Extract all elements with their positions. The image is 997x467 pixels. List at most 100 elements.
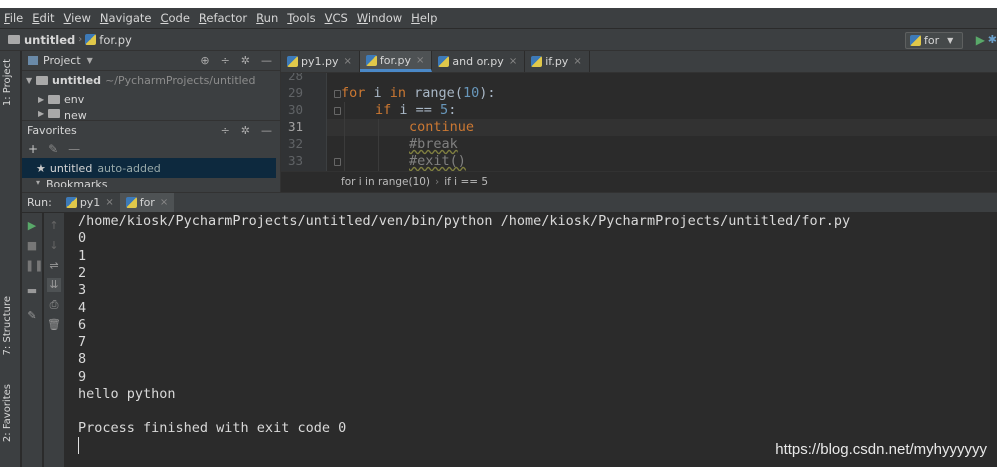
fold-marker-icon[interactable]: [334, 107, 341, 115]
line-number: 28: [287, 73, 303, 83]
pause-icon[interactable]: ❚❚: [25, 259, 43, 273]
menu-tools[interactable]: Tools: [287, 11, 315, 25]
tree-root-path: ~/PycharmProjects/untitled: [105, 74, 256, 87]
run-config-select[interactable]: for ▼: [905, 32, 963, 49]
menu-run[interactable]: Run: [256, 11, 278, 25]
menu-bar: File Edit View Navigate Code Refactor Ru…: [0, 8, 997, 28]
project-title[interactable]: Project: [43, 54, 81, 67]
collapse-icon[interactable]: ÷: [221, 124, 230, 137]
bookmarks-row[interactable]: ▾ Bookmarks: [22, 178, 280, 187]
breadcrumb-item[interactable]: if i == 5: [444, 176, 488, 188]
run-toolbar-primary: ▶ ■ ❚❚ ▬ ✎: [22, 213, 43, 467]
run-toolbar-secondary: ↑ ↓ ⇌ ⇊ ⎙ 🗑: [44, 213, 64, 467]
tree-row-new[interactable]: ▶ new: [22, 109, 280, 120]
code-line-33: #exit(): [409, 153, 466, 170]
trash-icon[interactable]: 🗑: [47, 318, 61, 332]
close-icon[interactable]: ×: [509, 56, 517, 67]
target-icon[interactable]: ⊕: [200, 54, 209, 67]
watermark: https://blog.csdn.net/myhyyyyyy: [775, 441, 987, 458]
run-icon[interactable]: ▶: [976, 33, 985, 47]
tab-favorites[interactable]: 2: Favorites: [2, 384, 13, 442]
menu-help[interactable]: Help: [411, 11, 437, 25]
fold-marker-icon[interactable]: [334, 158, 341, 166]
star-icon: ★: [36, 161, 46, 175]
menu-view[interactable]: View: [64, 11, 91, 25]
arrow-down-icon[interactable]: ↓: [47, 239, 61, 253]
chevron-down-icon[interactable]: ▾: [36, 178, 46, 187]
python-file-icon: [85, 34, 97, 45]
menu-edit[interactable]: Edit: [32, 11, 54, 25]
python-file-icon: [365, 54, 377, 66]
line-number: 30: [287, 102, 303, 117]
console-line: /home/kiosk/PycharmProjects/untitled/ven…: [78, 213, 851, 229]
chevron-down-icon[interactable]: ▼: [87, 56, 93, 65]
close-icon[interactable]: ×: [573, 56, 581, 67]
pin-icon[interactable]: ✎: [25, 309, 39, 323]
tab-project[interactable]: 1: Project: [2, 59, 13, 106]
menu-window[interactable]: Window: [357, 11, 402, 25]
scroll-to-end-icon[interactable]: ⇊: [47, 278, 61, 292]
debug-icon[interactable]: ✱: [988, 33, 997, 46]
console-line: 9: [78, 369, 87, 385]
menu-refactor[interactable]: Refactor: [199, 11, 247, 25]
tree-row-root[interactable]: ▼ untitled ~/PycharmProjects/untitled: [22, 71, 280, 90]
rerun-icon[interactable]: ▶: [25, 219, 39, 233]
code-line-30: if i == 5:: [375, 102, 456, 119]
run-tab-label: for: [139, 196, 155, 209]
line-number: 29: [287, 85, 303, 100]
close-icon[interactable]: ×: [160, 197, 168, 208]
chevron-down-icon[interactable]: ▼: [26, 76, 36, 85]
menu-file[interactable]: File: [4, 11, 23, 25]
breadcrumb-item[interactable]: for i in range(10): [341, 176, 430, 188]
add-icon[interactable]: +: [28, 142, 38, 156]
edit-icon[interactable]: ✎: [48, 142, 58, 156]
run-tab-for[interactable]: for ×: [119, 193, 175, 212]
chevron-right-icon[interactable]: ▶: [38, 95, 48, 104]
chevron-right-icon: ›: [78, 34, 83, 45]
code-token: i ==: [391, 102, 441, 118]
tab-py1[interactable]: py1.py ×: [281, 51, 360, 72]
console-output[interactable]: /home/kiosk/PycharmProjects/untitled/ven…: [68, 213, 997, 467]
menu-code[interactable]: Code: [160, 11, 189, 25]
gear-icon[interactable]: ✲: [241, 54, 250, 67]
hide-icon[interactable]: —: [261, 54, 272, 67]
print-icon[interactable]: ⎙: [47, 298, 61, 312]
tree-row-env[interactable]: ▶ env: [22, 90, 280, 109]
code-token: 10: [462, 85, 480, 101]
hide-icon[interactable]: —: [261, 124, 272, 137]
tab-and-or[interactable]: and or.py ×: [432, 51, 526, 72]
close-icon[interactable]: ×: [343, 56, 351, 67]
console-line: Process finished with exit code 0: [78, 420, 347, 436]
menu-navigate[interactable]: Navigate: [100, 11, 152, 25]
gear-icon[interactable]: ✲: [241, 124, 250, 137]
tab-if[interactable]: if.py ×: [525, 51, 590, 72]
line-number: 32: [287, 136, 303, 151]
line-number: 33: [287, 153, 303, 168]
layout-icon[interactable]: ▬: [25, 284, 39, 298]
chevron-right-icon[interactable]: ▶: [38, 109, 48, 118]
run-tab-py1[interactable]: py1 ×: [60, 193, 120, 212]
collapse-icon[interactable]: ÷: [221, 54, 230, 67]
stop-icon[interactable]: ■: [25, 239, 39, 253]
bookmarks-label: Bookmarks: [46, 178, 108, 187]
favorites-item[interactable]: ★ untitled auto-added: [22, 158, 276, 178]
arrow-up-icon[interactable]: ↑: [47, 219, 61, 233]
left-tool-stripe: 1: Project 7: Structure 2: Favorites: [0, 51, 21, 467]
code-token: 5: [440, 102, 449, 118]
remove-icon[interactable]: —: [68, 142, 80, 156]
code-area[interactable]: for i in range(10): if i == 5: continue …: [327, 73, 997, 171]
tab-label: py1.py: [301, 55, 339, 68]
soft-wrap-icon[interactable]: ⇌: [47, 259, 61, 273]
run-header: Run: py1 × for ×: [22, 193, 997, 212]
menu-vcs[interactable]: VCS: [325, 11, 348, 25]
close-icon[interactable]: ×: [105, 197, 113, 208]
close-icon[interactable]: ×: [416, 55, 424, 66]
tab-for[interactable]: for.py ×: [359, 51, 433, 72]
top-strip: [0, 0, 997, 8]
nav-file[interactable]: for.py: [99, 33, 132, 47]
python-file-icon: [65, 197, 77, 208]
fold-marker-icon[interactable]: [334, 90, 341, 98]
nav-project[interactable]: untitled: [24, 33, 75, 47]
tab-structure[interactable]: 7: Structure: [2, 296, 13, 355]
code-token: #break: [409, 136, 458, 152]
